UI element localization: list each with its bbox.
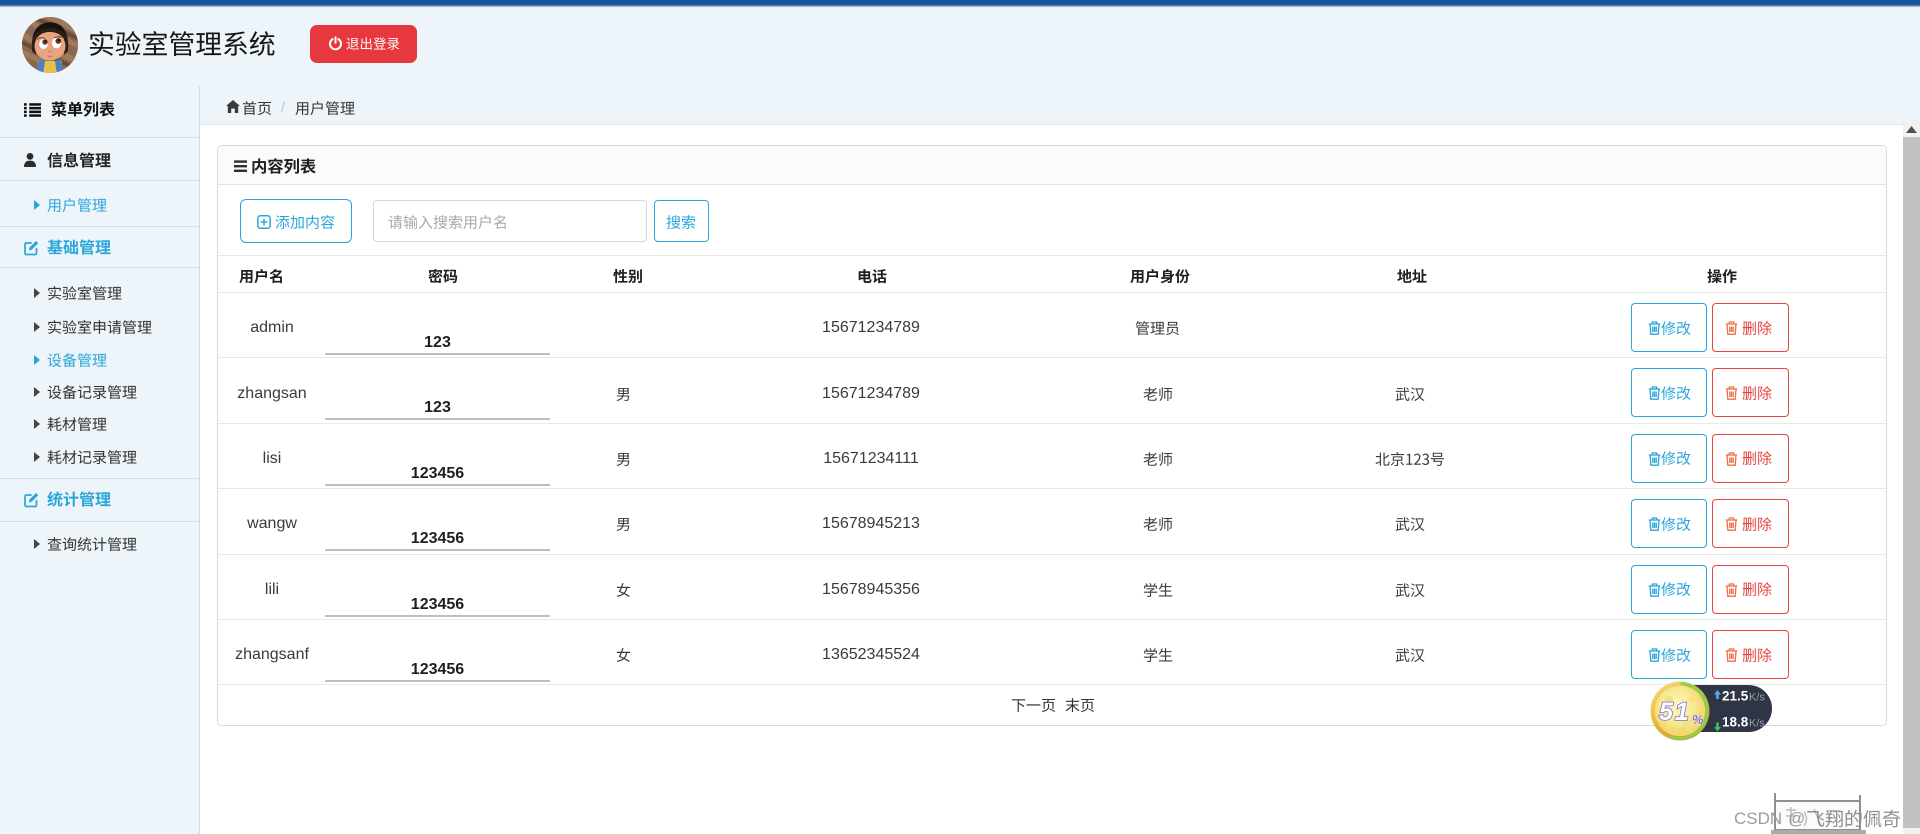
- svg-text:%: %: [1692, 712, 1704, 727]
- svg-text:51: 51: [1659, 698, 1691, 726]
- svg-text:21.5: 21.5: [1722, 689, 1749, 704]
- svg-text:K/s: K/s: [1749, 718, 1765, 730]
- svg-text:18.8: 18.8: [1722, 715, 1749, 730]
- svg-text:K/s: K/s: [1749, 692, 1765, 704]
